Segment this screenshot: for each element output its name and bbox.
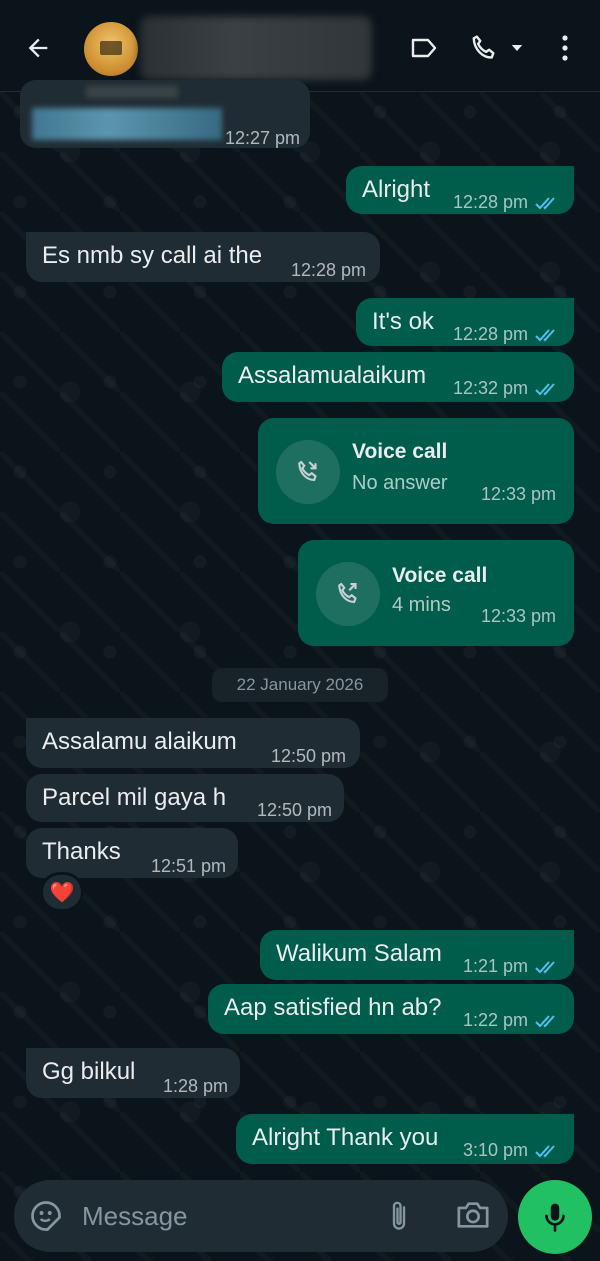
message-incoming[interactable]: Es nmb sy call ai the 12:28 pm bbox=[26, 232, 380, 282]
message-time: 12:28 pm bbox=[290, 260, 366, 280]
voice-call-button[interactable] bbox=[462, 28, 532, 68]
message-outgoing[interactable]: Aap satisfied hn ab? 1:22 pm bbox=[208, 984, 574, 1034]
phone-outgoing-icon bbox=[338, 582, 357, 604]
message-time: 1:28 pm bbox=[162, 1076, 228, 1096]
message-text: Gg bilkul bbox=[42, 1058, 136, 1085]
message-incoming[interactable]: 12:27 pm bbox=[20, 80, 310, 148]
date-separator: 22 January 2026 bbox=[212, 668, 388, 702]
message-incoming[interactable]: Gg bilkul 1:28 pm bbox=[26, 1048, 240, 1098]
read-ticks-icon bbox=[535, 197, 555, 210]
call-title: Voice call bbox=[352, 440, 448, 463]
phone-icon bbox=[472, 35, 495, 59]
read-ticks-icon bbox=[535, 1145, 555, 1158]
message-input[interactable] bbox=[82, 1196, 372, 1236]
read-ticks-icon bbox=[535, 383, 555, 396]
read-ticks-icon bbox=[535, 961, 555, 974]
call-status: No answer bbox=[352, 472, 448, 494]
message-reaction[interactable]: ❤️ bbox=[40, 872, 84, 912]
heart-reaction-icon: ❤️ bbox=[49, 881, 75, 904]
message-text: Aap satisfied hn ab? bbox=[224, 994, 442, 1021]
label-button[interactable] bbox=[404, 28, 444, 68]
message-text: Thanks bbox=[42, 838, 121, 865]
chat-header bbox=[0, 0, 600, 92]
message-text: Parcel mil gaya h bbox=[42, 784, 227, 811]
redacted-forwarded-label bbox=[86, 86, 178, 98]
message-outgoing[interactable]: Walikum Salam 1:21 pm bbox=[260, 930, 574, 980]
call-icon-wrap bbox=[316, 562, 380, 626]
voice-call-card[interactable]: Voice call 4 mins 12:33 pm bbox=[298, 540, 574, 646]
phone-missed-icon bbox=[298, 460, 317, 482]
message-text: Assalamualaikum bbox=[238, 362, 427, 389]
message-text: Alright bbox=[362, 176, 431, 203]
camera-button[interactable] bbox=[454, 1198, 492, 1234]
message-time: 1:22 pm bbox=[463, 1006, 560, 1034]
message-time: 12:33 pm bbox=[480, 606, 556, 626]
arrow-left-icon bbox=[28, 38, 48, 58]
contact-avatar[interactable] bbox=[84, 22, 138, 76]
message-incoming[interactable]: Parcel mil gaya h 12:50 pm bbox=[26, 774, 344, 822]
message-text: It's ok bbox=[372, 308, 434, 335]
message-time: 12:32 pm bbox=[453, 374, 560, 402]
camera-icon bbox=[457, 1202, 489, 1228]
more-vertical-icon bbox=[562, 35, 568, 61]
redacted-content bbox=[32, 108, 222, 140]
label-tag-icon bbox=[411, 38, 437, 58]
message-time: 12:50 pm bbox=[270, 746, 346, 766]
message-text: Assalamu alaikum bbox=[42, 728, 237, 755]
voice-call-card[interactable]: Voice call No answer 12:33 pm bbox=[258, 418, 574, 524]
message-text: Es nmb sy call ai the bbox=[42, 242, 263, 269]
microphone-icon bbox=[545, 1203, 565, 1232]
more-options-button[interactable] bbox=[548, 28, 582, 68]
message-time: 12:28 pm bbox=[453, 188, 560, 216]
message-text: Walikum Salam bbox=[276, 940, 442, 967]
read-ticks-icon bbox=[535, 329, 555, 342]
message-incoming[interactable]: Assalamu alaikum 12:50 pm bbox=[26, 718, 360, 768]
sticker-button[interactable] bbox=[28, 1198, 64, 1234]
message-time: 12:33 pm bbox=[480, 484, 556, 504]
missed-call-icon-wrap bbox=[276, 440, 340, 504]
voice-record-button[interactable] bbox=[518, 1180, 592, 1254]
message-text: Alright Thank you bbox=[252, 1124, 439, 1151]
call-title: Voice call bbox=[392, 564, 488, 587]
message-composer bbox=[14, 1180, 508, 1252]
message-time: 1:21 pm bbox=[463, 952, 560, 980]
message-outgoing[interactable]: It's ok 12:28 pm bbox=[356, 298, 574, 346]
call-duration: 4 mins bbox=[392, 594, 451, 616]
caret-down-icon bbox=[511, 45, 523, 51]
back-button[interactable] bbox=[18, 28, 58, 68]
message-incoming[interactable]: Thanks 12:51 pm bbox=[26, 828, 238, 878]
contact-name-redacted[interactable] bbox=[140, 16, 372, 80]
read-ticks-icon bbox=[535, 1015, 555, 1028]
message-time: 3:10 pm bbox=[463, 1136, 560, 1164]
message-time: 12:50 pm bbox=[256, 800, 332, 820]
message-time: 12:51 pm bbox=[150, 856, 226, 876]
message-time: 12:27 pm bbox=[224, 128, 300, 148]
message-time: 12:28 pm bbox=[453, 320, 560, 348]
attach-button[interactable] bbox=[384, 1198, 414, 1234]
message-outgoing[interactable]: Alright 12:28 pm bbox=[346, 166, 574, 214]
paperclip-icon bbox=[392, 1201, 406, 1230]
sticker-icon bbox=[31, 1201, 61, 1231]
message-outgoing[interactable]: Assalamualaikum 12:32 pm bbox=[222, 352, 574, 402]
message-outgoing[interactable]: Alright Thank you 3:10 pm bbox=[236, 1114, 574, 1164]
